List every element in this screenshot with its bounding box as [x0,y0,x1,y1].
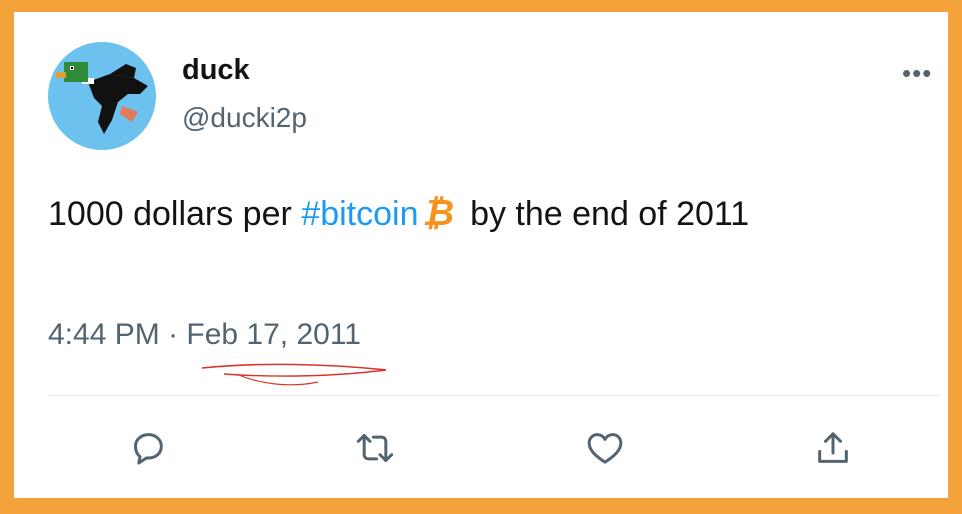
tweet-text-after: by the end of 2011 [470,195,750,233]
share-icon [818,432,848,463]
profile-avatar[interactable] [48,42,156,150]
red-underline-annotation [201,363,387,386]
like-icon [587,433,623,464]
retweet-icon [356,434,394,462]
reply-icon [134,433,163,465]
tweet-text: 1000 dollars per #bitcoin ₿ by the end of … [48,192,749,234]
display-name[interactable]: duck [182,54,250,87]
meta-separator: · [159,318,187,351]
like-button[interactable] [583,426,627,470]
tweet-date: Feb 17, 2011 [186,318,361,351]
bitcoin-emoji-icon: ₿ [422,192,455,233]
tweet-time: 4:44 PM [48,318,160,351]
tweet-card: duck @ducki2p ••• 1000 dollars per #bitc… [14,12,948,498]
duck-avatar-image [56,62,148,134]
more-options-icon[interactable]: ••• [902,58,932,89]
user-handle[interactable]: @ducki2p [182,102,307,134]
tweet-text-before: 1000 dollars per [48,195,302,233]
action-bar-divider [48,395,940,396]
tweet-timestamp[interactable]: 4:44 PM · Feb 17, 2011 [48,318,361,352]
share-button[interactable] [811,426,855,470]
reply-button[interactable] [126,426,170,470]
bitcoin-hashtag-link[interactable]: #bitcoin [301,195,418,233]
retweet-button[interactable] [353,426,397,470]
